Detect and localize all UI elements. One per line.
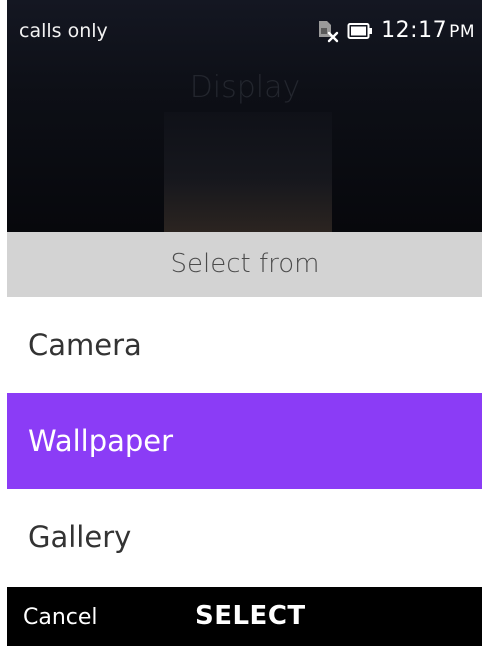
cancel-softkey[interactable]: Cancel — [23, 605, 98, 630]
clock-ampm: PM — [449, 22, 475, 42]
menu-header: Select from — [7, 232, 482, 297]
battery-icon — [347, 20, 373, 42]
menu-item-gallery[interactable]: Gallery — [7, 489, 482, 585]
no-sim-icon — [317, 19, 339, 43]
clock: 12:17 PM — [381, 18, 475, 43]
status-bar: calls only 12:17 PM — [7, 0, 482, 60]
phone-screen: Display calls only 12:17 PM Select from … — [7, 0, 482, 646]
status-icons: 12:17 PM — [317, 18, 475, 43]
wallpaper-preview — [164, 112, 332, 232]
carrier-status: calls only — [19, 20, 108, 42]
menu-item-camera[interactable]: Camera — [7, 297, 482, 393]
select-softkey[interactable]: SELECT — [195, 601, 306, 631]
softkey-bar: Cancel SELECT — [7, 587, 482, 646]
clock-time: 12:17 — [381, 18, 448, 43]
background-app-title: Display — [189, 70, 301, 105]
options-menu: Select from Camera Wallpaper Gallery — [7, 232, 482, 587]
menu-item-wallpaper[interactable]: Wallpaper — [7, 393, 482, 489]
